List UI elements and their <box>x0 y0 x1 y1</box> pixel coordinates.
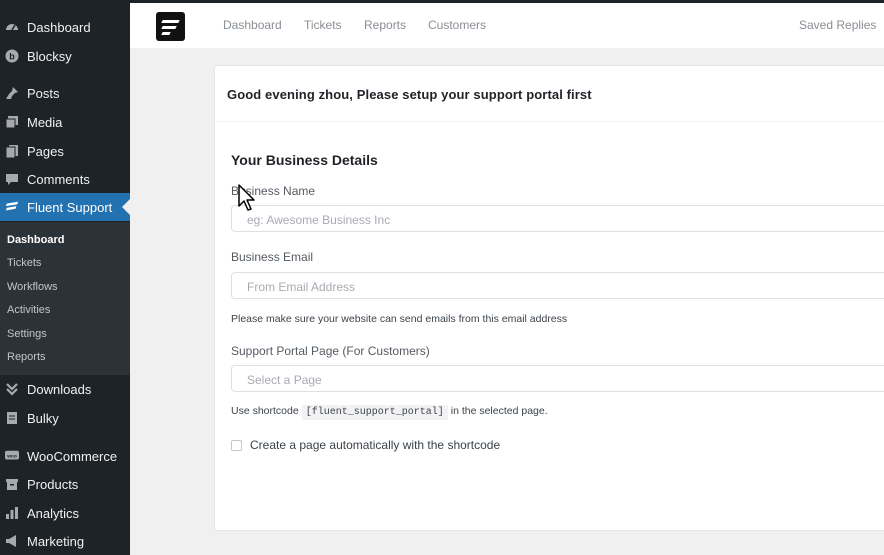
sidebar-item-comments[interactable]: Comments <box>0 165 130 193</box>
pages-icon <box>5 144 19 158</box>
fluent-support-submenu: Dashboard Tickets Workflows Activities S… <box>0 222 130 375</box>
submenu-item-settings[interactable]: Settings <box>7 328 47 340</box>
pin-icon <box>5 86 19 100</box>
blocksy-icon: b <box>5 49 19 63</box>
sidebar-item-label: Products <box>27 476 79 492</box>
auto-create-page-option[interactable]: Create a page automatically with the sho… <box>231 438 500 452</box>
fluent-support-logo[interactable] <box>156 12 185 41</box>
analytics-icon <box>5 506 19 520</box>
sidebar-item-blocksy[interactable]: b Blocksy <box>0 42 130 70</box>
sidebar-item-analytics[interactable]: Analytics <box>0 499 130 527</box>
sidebar-item-bulky[interactable]: Bulky <box>0 404 130 432</box>
sidebar-item-label: WooCommerce <box>27 448 118 464</box>
greeting-heading: Good evening zhou, Please setup your sup… <box>227 87 592 102</box>
submenu-item-dashboard[interactable]: Dashboard <box>7 234 64 246</box>
dashboard-icon <box>5 20 19 34</box>
sidebar-item-dashboard[interactable]: Dashboard <box>0 13 130 41</box>
portal-page-select[interactable]: Select a Page <box>231 365 884 392</box>
sidebar-item-label: Pages <box>27 143 64 159</box>
media-icon <box>5 115 19 129</box>
auto-create-page-checkbox[interactable] <box>231 439 242 451</box>
nav-reports[interactable]: Reports <box>364 18 406 32</box>
business-email-input[interactable]: From Email Address <box>231 272 884 299</box>
submenu-item-reports[interactable]: Reports <box>7 351 46 363</box>
svg-text:b: b <box>9 52 15 62</box>
sidebar-item-label: Downloads <box>27 381 92 397</box>
business-email-placeholder: From Email Address <box>247 280 356 294</box>
sidebar-item-products[interactable]: Products <box>0 470 130 498</box>
submenu-item-tickets[interactable]: Tickets <box>7 257 41 269</box>
comment-icon <box>5 172 19 186</box>
svg-text:woo: woo <box>6 454 17 459</box>
section-title: Your Business Details <box>231 152 378 168</box>
nav-saved-replies[interactable]: Saved Replies <box>799 18 876 32</box>
sidebar-item-fluent-support[interactable]: Fluent Support <box>0 193 130 221</box>
nav-dashboard[interactable]: Dashboard <box>223 18 282 32</box>
card-divider <box>215 121 884 122</box>
plugin-top-nav: Dashboard Tickets Reports Customers Save… <box>130 3 884 48</box>
shortcode-help: Use shortcode [fluent_support_portal] in t… <box>231 405 548 420</box>
sidebar-item-label: Media <box>27 114 63 130</box>
sidebar-item-media[interactable]: Media <box>0 108 130 136</box>
mouse-cursor-icon <box>238 184 258 217</box>
sidebar-item-label: Comments <box>27 171 90 187</box>
bulky-icon <box>5 411 19 425</box>
business-email-label: Business Email <box>231 250 314 264</box>
fluent-support-icon <box>5 200 19 214</box>
sidebar-item-label: Blocksy <box>27 48 72 64</box>
sidebar-item-label: Analytics <box>27 505 80 521</box>
email-help-text: Please make sure your website can send e… <box>231 313 568 325</box>
downloads-icon <box>5 382 19 396</box>
shortcode-code: [fluent_support_portal] <box>301 405 448 420</box>
submenu-item-workflows[interactable]: Workflows <box>7 281 58 293</box>
sidebar-item-label: Bulky <box>27 410 59 426</box>
submenu-item-activities[interactable]: Activities <box>7 304 50 316</box>
sidebar-item-pages[interactable]: Pages <box>0 137 130 165</box>
sidebar-item-posts[interactable]: Posts <box>0 79 130 107</box>
portal-page-placeholder: Select a Page <box>247 373 322 387</box>
sidebar-item-label: Fluent Support <box>27 199 113 215</box>
shortcode-help-pre: Use shortcode <box>231 405 299 417</box>
business-name-input[interactable]: eg: Awesome Business Inc <box>231 205 884 232</box>
setup-card: Good evening zhou, Please setup your sup… <box>214 65 884 531</box>
nav-tickets[interactable]: Tickets <box>304 18 342 32</box>
shortcode-help-post: in the selected page. <box>450 405 548 417</box>
sidebar-item-label: Marketing <box>27 533 85 549</box>
admin-sidebar: Dashboard b Blocksy Posts Media Pages Co… <box>0 0 130 555</box>
sidebar-item-woocommerce[interactable]: woo WooCommerce <box>0 442 130 470</box>
sidebar-item-label: Dashboard <box>27 19 91 35</box>
woocommerce-icon: woo <box>5 449 19 463</box>
portal-page-label: Support Portal Page (For Customers) <box>231 344 430 358</box>
nav-customers[interactable]: Customers <box>428 18 486 32</box>
marketing-icon <box>5 534 19 548</box>
business-name-placeholder: eg: Awesome Business Inc <box>247 213 391 227</box>
auto-create-page-label: Create a page automatically with the sho… <box>250 438 501 452</box>
sidebar-item-marketing[interactable]: Marketing <box>0 527 130 555</box>
products-icon <box>5 477 19 491</box>
sidebar-item-label: Posts <box>27 85 60 101</box>
sidebar-item-downloads[interactable]: Downloads <box>0 375 130 403</box>
